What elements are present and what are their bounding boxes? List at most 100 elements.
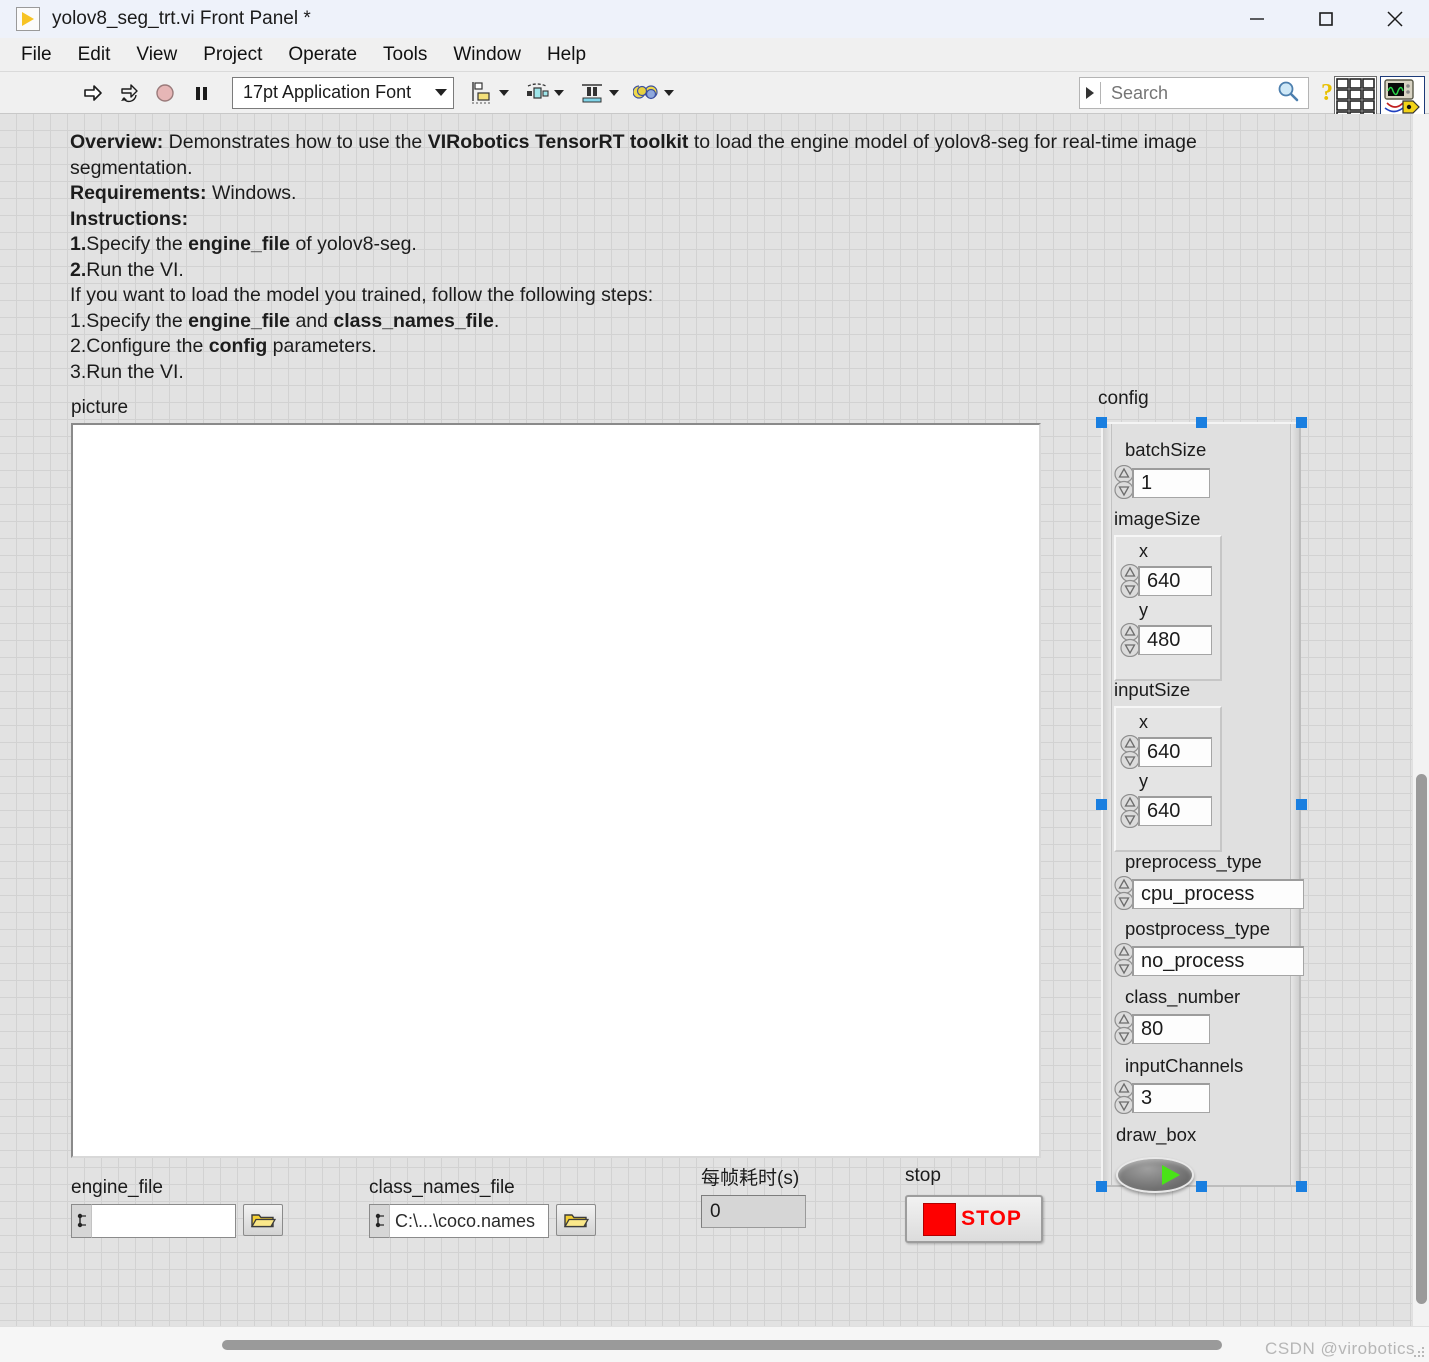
inputchannels-label: inputChannels <box>1125 1055 1244 1076</box>
overview-requirements-value: Windows. <box>206 182 297 204</box>
minimize-button[interactable] <box>1222 0 1291 38</box>
overview-line-requirements: Requirements: Windows. <box>70 181 1260 207</box>
engine-file-value[interactable] <box>91 1204 236 1238</box>
toggle-on-arrow-icon <box>1162 1165 1180 1185</box>
imagesize-x-input[interactable]: 640 <box>1138 566 1212 596</box>
font-selector[interactable]: 17pt Application Font <box>232 76 454 109</box>
picture-label: picture <box>71 397 129 418</box>
horizontal-scrollbar[interactable]: CSDN @virobotics <box>0 1326 1429 1362</box>
run-continuously-icon[interactable] <box>114 78 144 108</box>
menu-view[interactable]: View <box>123 42 190 68</box>
overview-step-1-t2: of yolov8-seg. <box>290 233 417 255</box>
reorder-objects-button[interactable] <box>633 79 674 107</box>
postprocess-type-label: postprocess_type <box>1125 918 1271 939</box>
distribute-objects-button[interactable] <box>523 79 564 107</box>
overview-label-requirements: Requirements: <box>70 182 207 204</box>
selection-handle-top-center[interactable] <box>1196 417 1207 428</box>
menu-tools[interactable]: Tools <box>370 42 440 68</box>
imagesize-y-input[interactable]: 480 <box>1138 625 1212 655</box>
menu-window[interactable]: Window <box>440 42 534 68</box>
overview-label-overview: Overview: <box>70 131 164 153</box>
engine-file-control[interactable] <box>71 1204 283 1238</box>
context-help-icon[interactable]: ? <box>1321 80 1333 107</box>
menu-help[interactable]: Help <box>534 42 599 68</box>
overview-alt-step-1: 1.Specify the engine_file and class_name… <box>70 309 1260 335</box>
selection-handle-bottom-center[interactable] <box>1196 1181 1207 1192</box>
stop-label: stop <box>905 1165 941 1186</box>
run-arrow-icon[interactable] <box>78 78 108 108</box>
class-number-input[interactable]: 80 <box>1132 1014 1210 1044</box>
overview-alt-step-2-bold: config <box>208 335 268 357</box>
preprocess-type-label: preprocess_type <box>1125 851 1262 872</box>
menu-project[interactable]: Project <box>190 42 275 68</box>
frame-time-label: 每帧耗时(s) <box>701 1168 800 1189</box>
search-input[interactable] <box>1109 81 1249 105</box>
labview-run-icon <box>16 7 40 31</box>
engine-file-label: engine_file <box>71 1177 163 1198</box>
inputsize-cluster[interactable]: x 640 y 640 <box>1114 706 1222 852</box>
batchsize-label: batchSize <box>1125 439 1207 460</box>
stop-button[interactable]: STOP <box>905 1195 1043 1243</box>
resize-objects-button[interactable] <box>578 79 619 107</box>
maximize-button[interactable] <box>1291 0 1360 38</box>
selection-handle-middle-right[interactable] <box>1296 799 1307 810</box>
overview-toolkit-name: VIRobotics TensorRT toolkit <box>427 131 689 153</box>
overview-step-2: 2.Run the VI. <box>70 258 1260 284</box>
batchsize-input[interactable]: 1 <box>1132 468 1210 498</box>
inputsize-y-input[interactable]: 640 <box>1138 796 1212 826</box>
labview-front-panel-window: yolov8_seg_trt.vi Front Panel * File Edi… <box>0 0 1429 1362</box>
class-names-file-control[interactable]: C:\...\coco.names <box>369 1204 596 1238</box>
magnifier-icon[interactable] <box>1276 79 1300 108</box>
imagesize-cluster[interactable]: x 640 y 480 <box>1114 535 1222 681</box>
menu-operate[interactable]: Operate <box>275 42 370 68</box>
picture-display[interactable] <box>71 423 1041 1158</box>
vertical-scrollbar-thumb[interactable] <box>1416 774 1427 1304</box>
overview-step-2-text: Run the VI. <box>86 258 184 281</box>
align-objects-button[interactable] <box>468 79 509 107</box>
window-title: yolov8_seg_trt.vi Front Panel * <box>52 8 311 29</box>
close-button[interactable] <box>1360 0 1429 38</box>
abort-execution-icon[interactable] <box>150 78 180 108</box>
chevron-down-icon <box>435 89 447 96</box>
overview-alt-step-1-b1: engine_file <box>188 309 291 332</box>
overview-step-1-bold: engine_file <box>188 233 291 255</box>
overview-alt-step-3: 3.Run the VI. <box>70 360 1260 386</box>
overview-alt-step-3-text: Run the VI. <box>86 360 184 383</box>
chevron-down-icon <box>664 89 674 96</box>
preprocess-type-input[interactable]: cpu_process <box>1132 879 1304 909</box>
selection-handle-top-right[interactable] <box>1296 417 1307 428</box>
overview-alt-step-3-num: 3. <box>70 360 87 383</box>
selection-handle-bottom-left[interactable] <box>1096 1181 1107 1192</box>
vertical-scrollbar[interactable] <box>1412 114 1429 1326</box>
overview-alt-step-1-t3: . <box>493 309 500 332</box>
folder-open-icon[interactable] <box>243 1204 283 1236</box>
selection-handle-middle-left[interactable] <box>1096 799 1107 810</box>
selection-handle-top-left[interactable] <box>1096 417 1107 428</box>
overview-alt-step-1-b2: class_names_file <box>333 309 494 332</box>
class-names-file-value[interactable]: C:\...\coco.names <box>389 1204 549 1238</box>
postprocess-type-input[interactable]: no_process <box>1132 946 1304 976</box>
toolbar: 17pt Application Font Search ? <box>0 72 1429 121</box>
menu-edit[interactable]: Edit <box>65 42 124 68</box>
overview-line-instructions: Instructions: <box>70 207 1260 233</box>
inputchannels-input[interactable]: 3 <box>1132 1083 1210 1113</box>
menu-file[interactable]: File <box>8 42 65 68</box>
pause-icon[interactable] <box>186 78 216 108</box>
search-box[interactable] <box>1079 77 1309 109</box>
chevron-down-icon <box>499 89 509 96</box>
path-terminal-icon <box>71 1204 91 1238</box>
overview-alt-step-2: 2.Configure the config parameters. <box>70 334 1260 360</box>
window-resize-grip[interactable] <box>1414 1347 1426 1359</box>
search-dropdown-icon[interactable] <box>1086 87 1094 99</box>
overview-step-2-num: 2. <box>70 258 87 281</box>
horizontal-scrollbar-thumb[interactable] <box>222 1340 1222 1350</box>
folder-open-icon[interactable] <box>556 1204 596 1236</box>
overview-text: Overview: Demonstrates how to use the VI… <box>70 130 1260 385</box>
config-cluster[interactable]: batchSize 1 imageSize x 640 y 480 inputS… <box>1101 422 1304 1193</box>
inputsize-x-input[interactable]: 640 <box>1138 737 1212 767</box>
draw-box-toggle[interactable] <box>1116 1157 1194 1193</box>
draw-box-label: draw_box <box>1116 1124 1197 1145</box>
selection-handle-bottom-right[interactable] <box>1296 1181 1307 1192</box>
path-terminal-icon <box>369 1204 389 1238</box>
front-panel-canvas[interactable]: Overview: Demonstrates how to use the VI… <box>0 114 1412 1326</box>
